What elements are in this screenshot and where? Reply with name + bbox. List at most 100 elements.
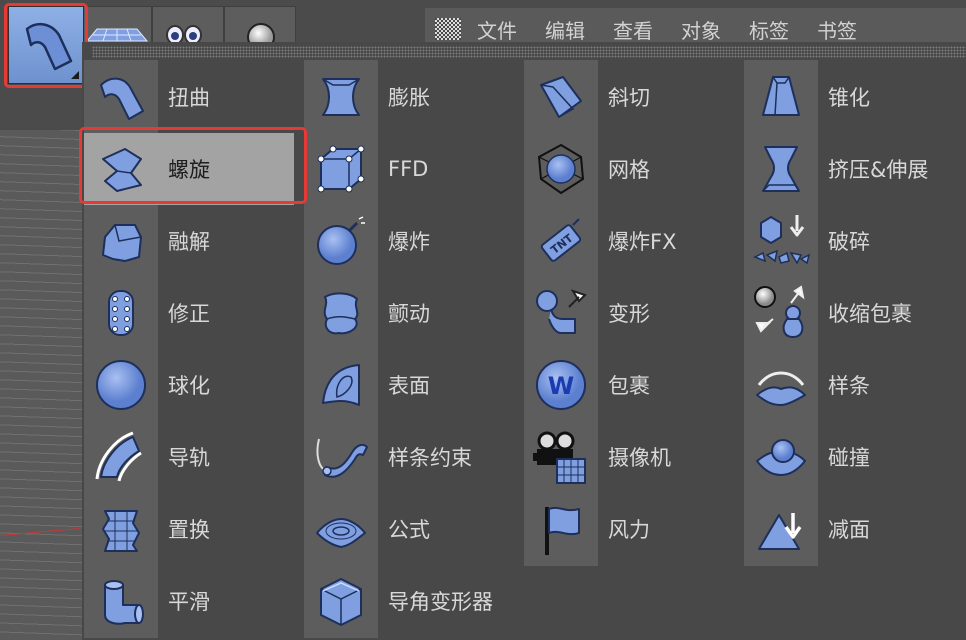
menu-bookmarks[interactable]: 书签 [817,15,857,44]
surface-icon [322,364,360,406]
deformer-label: 减面 [828,518,870,542]
panel-grip[interactable] [92,46,966,58]
deformer-twist[interactable]: 螺旋 [84,133,294,205]
mesh-icon [537,143,585,195]
formula-icon [316,518,366,548]
eyes-button[interactable] [152,6,224,46]
deformer-spline[interactable]: 样条 [744,349,954,421]
deformer-label: 扭曲 [168,86,210,110]
svg-text:W: W [548,372,574,400]
deformer-spherify[interactable]: 球化 [84,349,294,421]
deformer-wrap[interactable]: W 包裹 [524,349,734,421]
deformer-squash-stretch[interactable]: 挤压&伸展 [744,133,954,205]
deformer-mesh[interactable]: 网格 [524,133,734,205]
bulge-icon [322,78,360,116]
top-toolbar [0,0,300,88]
deformer-label: 风力 [608,518,650,542]
deformer-label: 锥化 [828,86,870,110]
deformer-polygon-reduction[interactable]: 减面 [744,493,954,565]
deformer-melt[interactable]: 融解 [84,205,294,277]
deformer-collision[interactable]: 碰撞 [744,421,954,493]
deformer-shatter[interactable]: 破碎 [744,205,954,277]
deformer-label: 碰撞 [828,446,870,470]
rail-icon [95,431,142,482]
menubar-grip-icon[interactable] [435,18,461,40]
deformer-surface[interactable]: 表面 [304,349,514,421]
deformer-rail[interactable]: 导轨 [84,421,294,493]
deformer-jiggle[interactable]: 颤动 [304,277,514,349]
expand-corner-icon [71,71,79,79]
wrap-icon: W [536,360,586,410]
deformer-ffd[interactable]: FFD [304,133,514,205]
deformer-label: 破碎 [828,230,870,254]
sphere-light-icon [247,23,275,51]
deformer-bulge[interactable]: 膨胀 [304,61,514,133]
deformer-label: 平滑 [168,590,210,614]
correction-icon [108,290,134,336]
bend-icon [25,22,73,71]
deformer-formula[interactable]: 公式 [304,493,514,565]
deformer-label: 斜切 [608,86,650,110]
ffd-icon [317,145,365,193]
deformer-explosion-fx[interactable]: TNT 爆炸FX [524,205,734,277]
light-button[interactable] [224,6,296,51]
deformer-shear[interactable]: 斜切 [524,61,734,133]
collision-icon [756,439,806,476]
deformer-label: 爆炸FX [608,230,677,254]
deformer-label: FFD [388,157,429,181]
deformer-label: 样条 [828,374,870,398]
deformer-label: 修正 [168,302,210,326]
melt-icon [102,224,142,262]
menu-view[interactable]: 查看 [613,15,653,44]
shrink-wrap-icon [754,285,805,339]
morph-icon [536,289,587,334]
displacer-icon [102,510,140,552]
deformer-label: 收缩包裹 [828,302,912,326]
shear-icon [540,76,582,118]
menu-edit[interactable]: 编辑 [545,15,585,44]
deformer-correction[interactable]: 修正 [84,277,294,349]
spherify-icon [96,360,146,410]
deformer-label: 置换 [168,518,210,542]
deformer-label: 膨胀 [388,86,430,110]
deformer-group-button[interactable] [8,6,84,84]
shatter-icon [753,215,811,265]
deformer-label: 爆炸 [388,230,430,254]
deformer-label: 变形 [608,302,650,326]
deformer-bevel[interactable]: 导角变形器 [304,565,514,637]
explosion-fx-icon: TNT [540,218,582,262]
deformer-label: 颤动 [388,302,430,326]
deformer-label: 融解 [168,230,210,254]
taper-icon [762,76,800,116]
eyes-icon [166,25,202,45]
squash-stretch-icon [762,146,800,192]
deformer-morph[interactable]: 变形 [524,277,734,349]
deformer-label: 球化 [168,374,210,398]
deformer-label: 螺旋 [168,158,210,182]
deformer-displacer[interactable]: 置换 [84,493,294,565]
deformer-taper[interactable]: 锥化 [744,61,954,133]
spline-wrap-icon [316,438,368,478]
twist-icon [102,148,142,192]
bevel-deformer-icon [320,578,362,626]
menu-objects[interactable]: 对象 [681,15,721,44]
deformer-smoothing[interactable]: 平滑 [84,565,294,637]
deformer-shrink-wrap[interactable]: 收缩包裹 [744,277,954,349]
deformer-wind[interactable]: 风力 [524,493,734,565]
deformer-spline-wrap[interactable]: 样条约束 [304,421,514,493]
plane-grid-button[interactable] [80,6,152,46]
deformer-popup-panel: 扭曲 螺旋 融解 修正 球化 导轨 置换 平滑 膨胀 FFD 爆炸 颤动 表面 … [82,42,966,640]
deformer-label: 包裹 [608,374,650,398]
menu-file[interactable]: 文件 [477,15,517,44]
jiggle-icon [323,292,359,335]
deformer-bend[interactable]: 扭曲 [84,61,294,133]
spline-icon [756,371,806,406]
deformer-camera[interactable]: 摄像机 [524,421,734,493]
polygon-reduction-icon [758,513,802,550]
deformer-label: 导角变形器 [388,590,493,614]
menu-tags[interactable]: 标签 [749,15,789,44]
deformer-label: 表面 [388,374,430,398]
deformer-label: 公式 [388,518,430,542]
deformer-explosion[interactable]: 爆炸 [304,205,514,277]
camera-icon [533,431,586,484]
